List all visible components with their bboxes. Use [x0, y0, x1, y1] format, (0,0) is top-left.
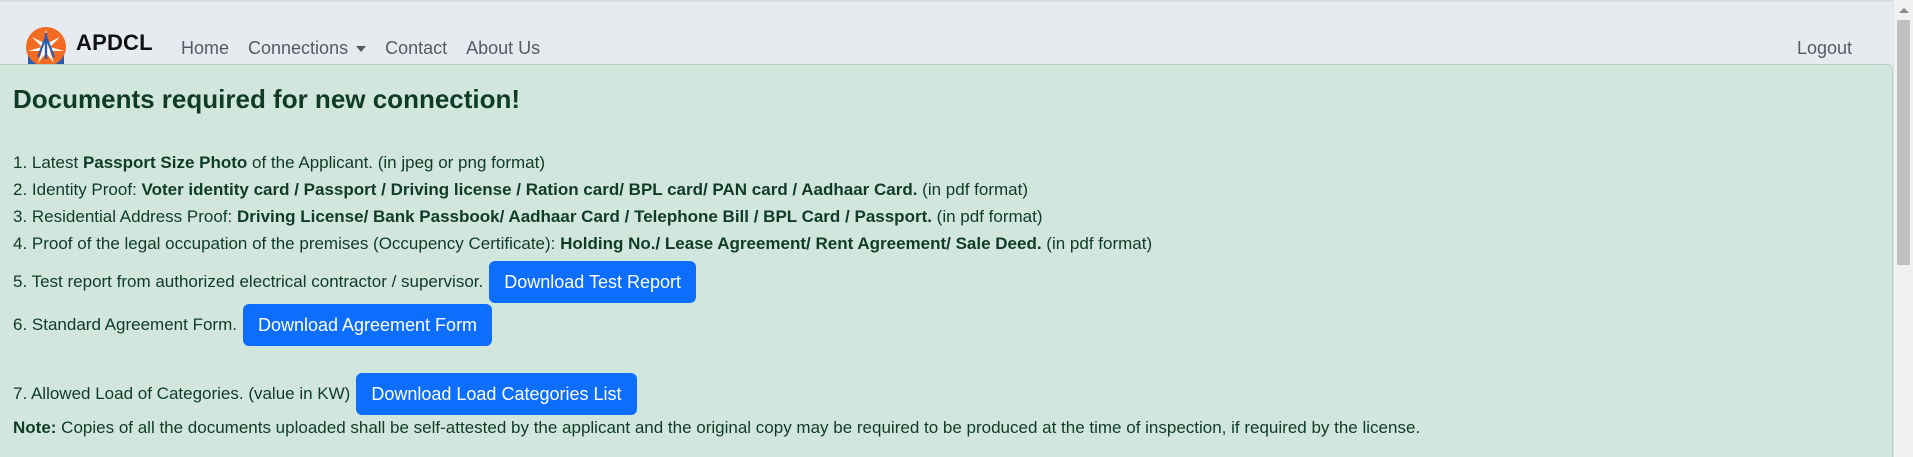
item5-text: 5. Test report from authorized electrica… [13, 272, 484, 291]
documents-panel: Documents required for new connection! 1… [0, 64, 1893, 457]
item4-prefix: 4. Proof of the legal occupation of the … [13, 234, 561, 253]
nav-contact-link[interactable]: Contact [385, 38, 447, 59]
nav-connections-label: Connections [248, 38, 349, 58]
download-load-categories-button[interactable]: Download Load Categories List [356, 373, 637, 415]
nav-connections-dropdown[interactable]: Connections [248, 38, 367, 59]
page-viewport: APDCL Home Connections Contact About Us … [0, 0, 1893, 457]
item2-suffix: (in pdf format) [917, 180, 1028, 199]
nav-about-link[interactable]: About Us [466, 38, 540, 59]
note-text: Copies of all the documents uploaded sha… [56, 418, 1421, 437]
item3-bold: Driving License/ Bank Passbook/ Aadhaar … [236, 207, 932, 226]
scroll-up-arrow-icon[interactable] [1899, 8, 1909, 13]
item4-suffix: (in pdf format) [1041, 234, 1153, 253]
nav-links: Home Connections Contact About Us [181, 38, 559, 59]
scrollbar-thumb[interactable] [1897, 20, 1910, 265]
brand-name: APDCL [76, 30, 153, 55]
vertical-scrollbar[interactable] [1893, 0, 1913, 457]
item3-suffix: (in pdf format) [931, 207, 1043, 226]
note-label: Note: [13, 418, 57, 437]
document-item-4: 4. Proof of the legal occupation of the … [13, 234, 1152, 254]
item2-prefix: 2. Identity Proof: [13, 180, 142, 199]
item4-bold: Holding No./ Lease Agreement/ Rent Agree… [560, 234, 1042, 253]
item1-bold: Passport Size Photo [82, 153, 248, 172]
item1-suffix: of the Applicant. (in jpeg or png format… [247, 153, 545, 172]
page-title: Documents required for new connection! [13, 84, 521, 114]
nav-home-link[interactable]: Home [181, 38, 229, 59]
item2-bold: Voter identity card / Passport / Driving… [141, 180, 918, 199]
caret-down-icon [356, 45, 367, 52]
logout-link[interactable]: Logout [1797, 38, 1852, 59]
apdcl-logo-icon [26, 27, 66, 67]
item3-prefix: 3. Residential Address Proof: [13, 207, 237, 226]
brand-link[interactable]: APDCL [24, 24, 153, 67]
navbar: APDCL Home Connections Contact About Us … [0, 2, 1893, 67]
download-test-report-button[interactable]: Download Test Report [489, 261, 696, 303]
note-line: Note: Copies of all the documents upload… [13, 418, 1420, 438]
document-item-6: 6. Standard Agreement Form. Download Agr… [13, 304, 493, 346]
item1-prefix: 1. Latest [13, 153, 83, 172]
document-item-3: 3. Residential Address Proof: Driving Li… [13, 207, 1043, 227]
document-item-7: 7. Allowed Load of Categories. (value in… [13, 373, 637, 415]
document-item-5: 5. Test report from authorized electrica… [13, 261, 696, 303]
download-agreement-form-button[interactable]: Download Agreement Form [242, 304, 493, 346]
document-item-2: 2. Identity Proof: Voter identity card /… [13, 180, 1028, 200]
document-item-1: 1. Latest Passport Size Photo of the App… [13, 153, 545, 173]
item7-text: 7. Allowed Load of Categories. (value in… [13, 384, 351, 403]
item6-text: 6. Standard Agreement Form. [13, 315, 237, 334]
